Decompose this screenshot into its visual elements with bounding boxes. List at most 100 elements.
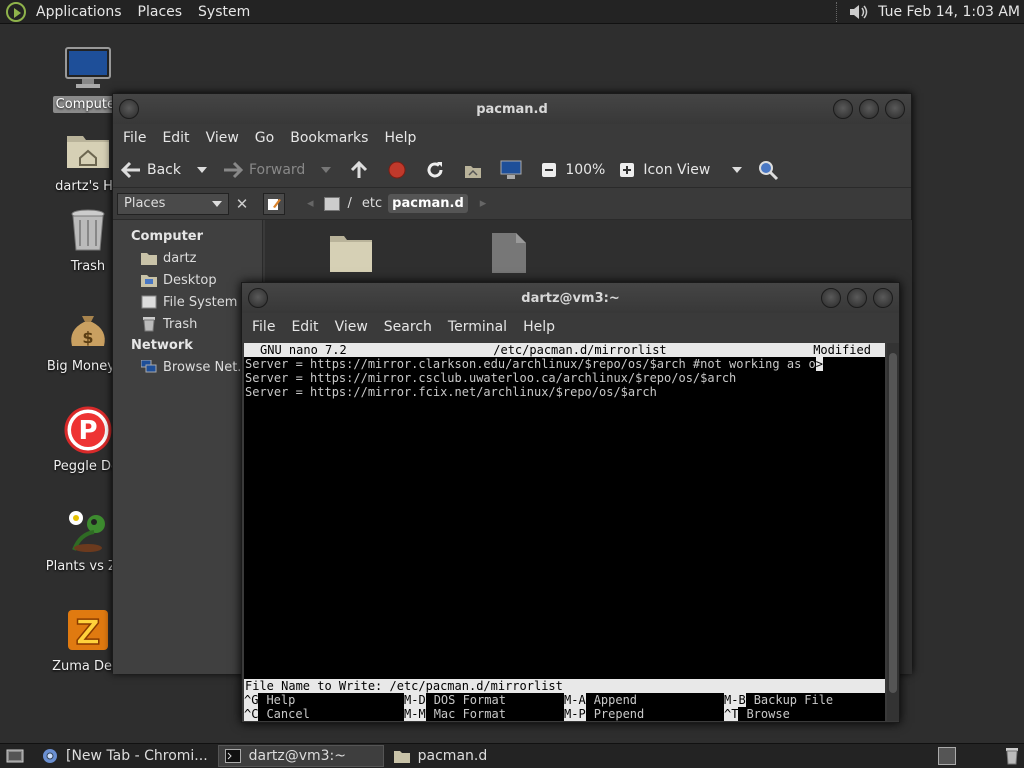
forward-history-dropdown[interactable] — [321, 166, 332, 173]
editor-line[interactable]: Server = https://mirror.fcix.net/archlin… — [244, 385, 885, 399]
shortcut-key: M-P — [564, 707, 586, 721]
folder-icon — [393, 748, 410, 764]
nano-filename: /etc/pacman.d/mirrorlist — [493, 343, 667, 357]
close-sidebar-icon[interactable]: ✕ — [233, 195, 251, 213]
minimize-button[interactable] — [821, 288, 841, 308]
sidebar-item-trash[interactable]: Trash — [113, 313, 262, 335]
up-button[interactable] — [347, 158, 375, 182]
sidebar-item-dartz[interactable]: dartz — [113, 247, 262, 269]
close-button[interactable] — [873, 288, 893, 308]
filesystem-crumb-icon[interactable] — [323, 196, 340, 211]
menu-search[interactable]: Search — [376, 319, 440, 335]
maximize-button[interactable] — [847, 288, 867, 308]
shortcut-key: M-B — [724, 693, 746, 707]
show-desktop-icon[interactable] — [4, 747, 26, 765]
view-mode-dropdown[interactable] — [732, 166, 743, 173]
menu-file[interactable]: File — [115, 130, 154, 146]
folder-item[interactable] — [329, 232, 373, 276]
zoom-in-button[interactable]: Icon View — [615, 158, 710, 182]
editor-line[interactable]: Server = https://mirror.csclub.uwaterloo… — [244, 371, 885, 385]
breadcrumb-pacman-d[interactable]: pacman.d — [388, 194, 468, 213]
zoom-out-icon[interactable] — [537, 158, 561, 182]
breadcrumb-root[interactable]: / — [344, 194, 356, 213]
edit-location-icon[interactable] — [263, 192, 285, 215]
volume-icon[interactable] — [846, 0, 872, 24]
zoom-level: 100% — [565, 161, 606, 178]
trash-icon — [141, 316, 157, 332]
applications-menu[interactable]: Applications — [28, 0, 130, 24]
trash-applet-icon[interactable] — [1004, 747, 1020, 765]
maximize-button[interactable] — [859, 99, 879, 119]
task-label: [New Tab - Chromi... — [66, 748, 208, 764]
back-button[interactable]: Back — [119, 158, 181, 182]
terminal-window: dartz@vm3:~ File Edit View Search Termin… — [241, 282, 900, 723]
sidebar-item-file-system[interactable]: File System — [113, 291, 262, 313]
window-menu-button[interactable] — [119, 99, 139, 119]
scrollbar-thumb[interactable] — [889, 353, 897, 693]
shortcut-desc: Append — [593, 693, 638, 707]
minimize-button[interactable] — [833, 99, 853, 119]
sidebar-item-browse-network[interactable]: Browse Net... — [113, 356, 262, 378]
forward-arrow-icon — [221, 158, 245, 182]
menu-edit[interactable]: Edit — [283, 319, 326, 335]
back-history-dropdown[interactable] — [197, 166, 207, 173]
menu-view[interactable]: View — [327, 319, 376, 335]
menu-file[interactable]: File — [244, 319, 283, 335]
save-filename-prompt[interactable]: File Name to Write: /etc/pacman.d/mirror… — [244, 679, 885, 693]
view-mode-label[interactable]: Icon View — [643, 162, 710, 178]
sidebar-item-desktop[interactable]: Desktop — [113, 269, 262, 291]
shortcut-desc: DOS Format — [433, 693, 506, 707]
reload-button[interactable] — [423, 158, 451, 182]
file-manager-titlebar[interactable]: pacman.d — [113, 94, 911, 124]
editor-line[interactable]: Server = https://mirror.clarkson.edu/arc… — [244, 357, 885, 371]
nano-title-bar: GNU nano 7.2 /etc/pacman.d/mirrorlist Mo… — [244, 343, 885, 357]
network-icon — [141, 359, 157, 375]
menu-help[interactable]: Help — [515, 319, 563, 335]
menu-help[interactable]: Help — [376, 130, 424, 146]
menu-go[interactable]: Go — [247, 130, 282, 146]
task-chromium[interactable]: [New Tab - Chromi... — [36, 745, 214, 767]
system-menu[interactable]: System — [190, 0, 258, 24]
sidebar-type-select[interactable]: Places — [117, 192, 229, 215]
forward-button[interactable]: Forward — [221, 158, 305, 182]
task-terminal[interactable]: dartz@vm3:~ — [217, 745, 384, 767]
menu-view[interactable]: View — [198, 130, 247, 146]
terminal-titlebar[interactable]: dartz@vm3:~ — [242, 283, 899, 313]
menu-edit[interactable]: Edit — [154, 130, 197, 146]
close-button[interactable] — [885, 99, 905, 119]
clock[interactable]: Tue Feb 14, 1:03 AM — [878, 4, 1024, 20]
zoom-in-icon — [615, 158, 639, 182]
reload-icon — [423, 158, 447, 182]
menu-terminal[interactable]: Terminal — [440, 319, 515, 335]
places-menu[interactable]: Places — [130, 0, 191, 24]
shortcut-desc: Prepend — [593, 707, 645, 721]
line-overflow-marker: > — [815, 357, 823, 371]
zuma-icon: Z — [64, 606, 112, 654]
bottom-panel: [New Tab - Chromi... dartz@vm3:~ pacman.… — [0, 743, 1024, 768]
nano-bottom-area: File Name to Write: /etc/pacman.d/mirror… — [244, 679, 885, 721]
sidebar-item-label: dartz — [163, 250, 197, 266]
shortcut-browse: ^T Browse — [724, 707, 884, 721]
shortcut-key: ^C — [244, 707, 259, 721]
stop-button[interactable] — [385, 158, 413, 182]
shortcut-append: M-A Append — [564, 693, 724, 707]
task-file-manager[interactable]: pacman.d — [388, 745, 494, 767]
file-manager-menubar: File Edit View Go Bookmarks Help — [113, 124, 911, 152]
breadcrumb-left-arrow-icon[interactable]: ◂ — [307, 196, 314, 211]
terminal-scrollbar[interactable] — [887, 343, 899, 721]
main-menu-icon[interactable] — [6, 1, 26, 22]
monitor-icon — [64, 44, 112, 92]
computer-button[interactable] — [499, 158, 527, 182]
file-item[interactable] — [491, 232, 527, 278]
window-menu-button[interactable] — [248, 288, 268, 308]
document-icon — [491, 233, 527, 278]
breadcrumb-right-arrow-icon[interactable]: ▸ — [480, 196, 487, 211]
trash-icon — [64, 206, 112, 254]
sidebar-item-label: File System — [163, 294, 238, 310]
workspace-switcher-icon[interactable] — [938, 747, 956, 765]
menu-bookmarks[interactable]: Bookmarks — [282, 130, 376, 146]
search-button[interactable] — [756, 158, 784, 182]
breadcrumb-etc[interactable]: etc — [358, 194, 386, 213]
home-button[interactable] — [461, 158, 489, 182]
terminal-screen[interactable]: GNU nano 7.2 /etc/pacman.d/mirrorlist Mo… — [244, 343, 885, 721]
